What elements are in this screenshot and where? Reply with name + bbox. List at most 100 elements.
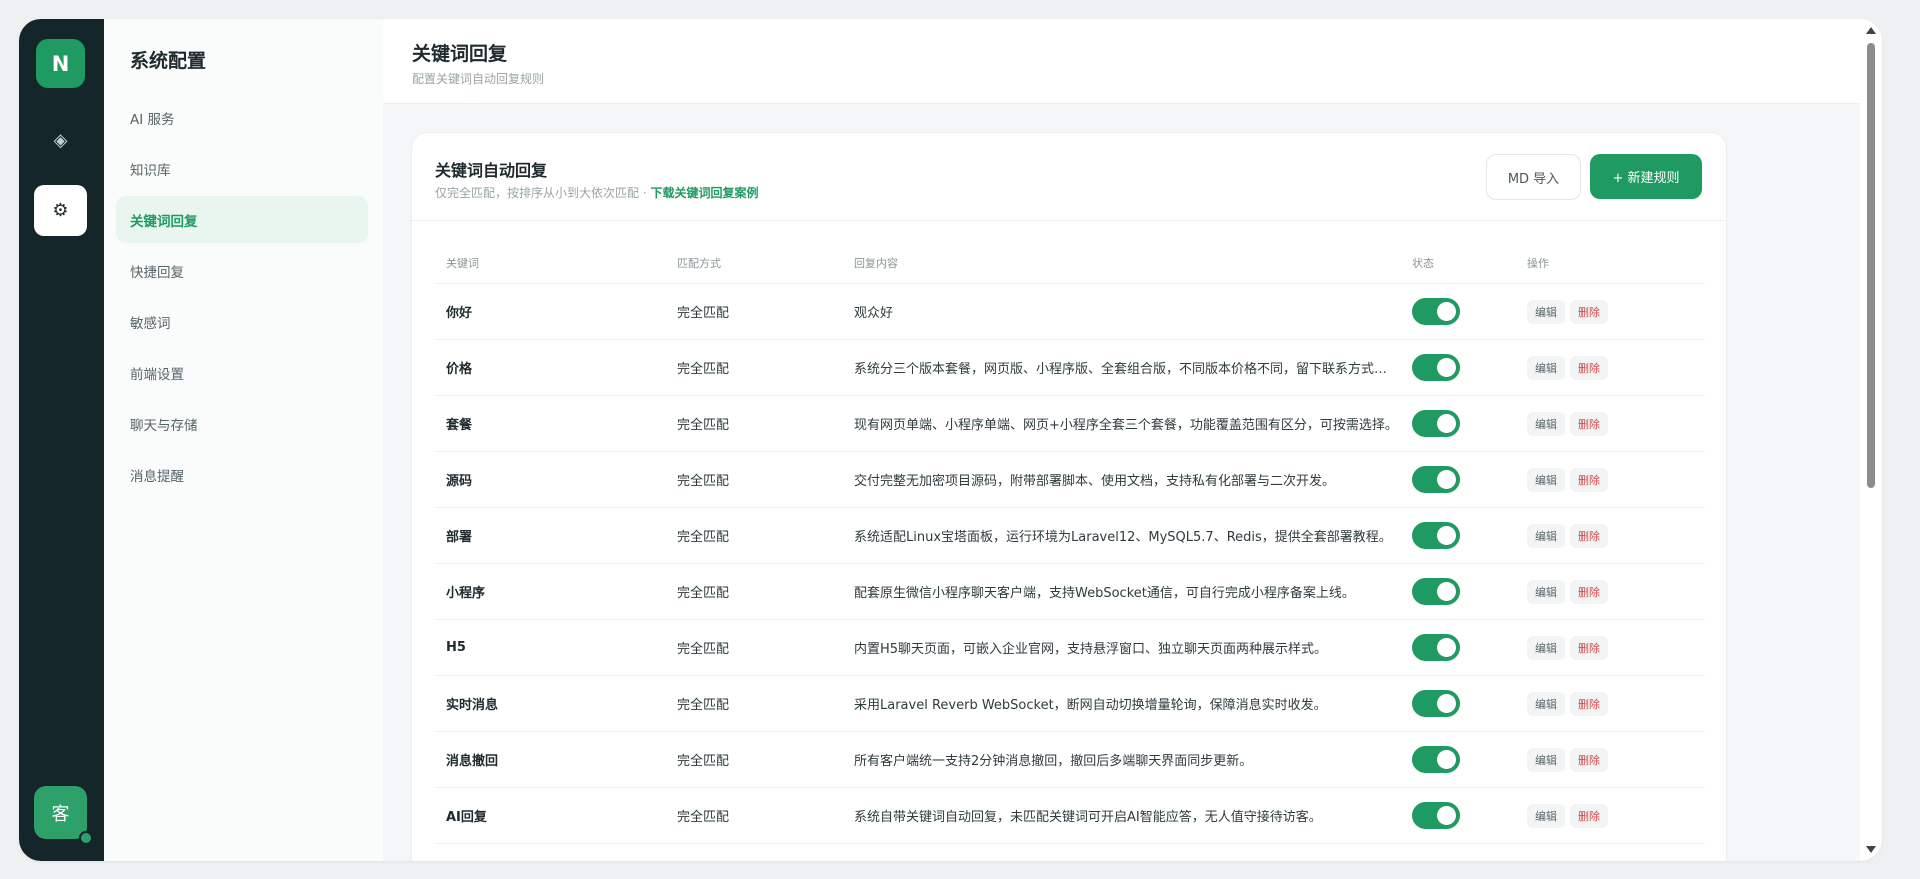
edit-button[interactable]: 编辑 [1527, 467, 1565, 492]
settings-nav-item[interactable]: 快捷回复 [116, 247, 368, 294]
scroll-down-icon[interactable] [1866, 846, 1876, 853]
edit-button[interactable]: 编辑 [1527, 523, 1565, 548]
status-toggle[interactable] [1412, 634, 1460, 661]
toggle-knob [1437, 302, 1456, 321]
delete-button[interactable]: 删除 [1570, 747, 1608, 772]
cell-ops: 编辑 删除 [1527, 299, 1705, 324]
edit-button[interactable]: 编辑 [1527, 299, 1565, 324]
cell-ops: 编辑 删除 [1527, 635, 1705, 660]
page-subtitle: 配置关键词自动回复规则 [412, 72, 545, 86]
toggle-knob [1437, 414, 1456, 433]
cell-match: 完全匹配 [677, 586, 730, 601]
avatar[interactable]: 客 [34, 786, 93, 845]
table-row: 套餐 完全匹配 现有网页单端、小程序单端、网页+小程序全套三个套餐，功能覆盖范围有区… [435, 396, 1705, 452]
cell-status [1412, 746, 1527, 773]
cell-status [1412, 298, 1527, 325]
table-row: 价格 完全匹配 系统分三个版本套餐，网页版、小程序版、全套组合版，不同版本价格不同，… [435, 340, 1705, 396]
table-body: 你好 完全匹配 观众好 编辑 删除 价格 完全匹配 系统分三个版本套餐，网页版、小程序版、全套… [435, 284, 1705, 844]
delete-button[interactable]: 删除 [1570, 523, 1608, 548]
cell-reply: 系统分三个版本套餐，网页版、小程序版、全套组合版，不同版本价格不同，留下联系方式… [854, 362, 1412, 377]
settings-nav-item[interactable]: 知识库 [116, 145, 368, 192]
edit-button[interactable]: 编辑 [1527, 691, 1565, 716]
settings-nav-item[interactable]: 消息提醒 [116, 451, 368, 498]
settings-nav-item[interactable]: 关键词回复 [116, 196, 368, 243]
cell-ops: 编辑 删除 [1527, 467, 1705, 492]
cell-reply: 采用Laravel Reverb WebSocket，断网自动切换增量轮询，保障… [854, 698, 1327, 713]
settings-nav-item[interactable]: AI 服务 [116, 94, 368, 141]
status-toggle[interactable] [1412, 802, 1460, 829]
status-toggle[interactable] [1412, 466, 1460, 493]
cell-status [1412, 578, 1527, 605]
cell-keyword: 实时消息 [446, 698, 499, 713]
card-subtitle: 仅完全匹配，按排序从小到大依次匹配 · 下载关键词回复案例 [435, 184, 758, 201]
delete-button[interactable]: 删除 [1570, 803, 1608, 828]
scrollbar[interactable] [1860, 19, 1882, 861]
edit-button[interactable]: 编辑 [1527, 635, 1565, 660]
cell-ops: 编辑 删除 [1527, 523, 1705, 548]
cell-reply: 系统自带关键词自动回复，未匹配关键词可开启AI智能应答，无人值守接待访客。 [854, 810, 1322, 825]
cell-reply: 交付完整无加密项目源码，附带部署脚本、使用文档，支持私有化部署与二次开发。 [854, 474, 1336, 489]
cell-keyword: 套餐 [446, 418, 473, 433]
edit-button[interactable]: 编辑 [1527, 355, 1565, 380]
md-import-button[interactable]: MD 导入 [1486, 154, 1581, 200]
delete-button[interactable]: 删除 [1570, 579, 1608, 604]
cell-match: 完全匹配 [677, 474, 730, 489]
status-toggle[interactable] [1412, 690, 1460, 717]
toggle-knob [1437, 470, 1456, 489]
download-sample-link[interactable]: 下载关键词回复案例 [650, 186, 758, 200]
cell-keyword: 小程序 [446, 586, 486, 601]
edit-button[interactable]: 编辑 [1527, 747, 1565, 772]
col-header-ops: 操作 [1527, 257, 1549, 270]
cell-reply: 配套原生微信小程序聊天客户端，支持WebSocket通信，可自行完成小程序备案上… [854, 586, 1355, 601]
cell-reply: 现有网页单端、小程序单端、网页+小程序全套三个套餐，功能覆盖范围有区分，可按需选… [854, 418, 1398, 433]
diamond-icon: ◈ [53, 130, 68, 151]
delete-button[interactable]: 删除 [1570, 691, 1608, 716]
delete-button[interactable]: 删除 [1570, 299, 1608, 324]
cell-match: 完全匹配 [677, 698, 730, 713]
edit-button[interactable]: 编辑 [1527, 803, 1565, 828]
cell-match: 完全匹配 [677, 418, 730, 433]
cell-reply: 系统适配Linux宝塔面板，运行环境为Laravel12、MySQL5.7、Re… [854, 530, 1392, 545]
cell-ops: 编辑 删除 [1527, 747, 1705, 772]
edit-button[interactable]: 编辑 [1527, 579, 1565, 604]
table-row: 部署 完全匹配 系统适配Linux宝塔面板，运行环境为Laravel12、MySQL… [435, 508, 1705, 564]
cell-match: 完全匹配 [677, 530, 730, 545]
rail-item-dashboard[interactable]: ◈ [34, 115, 87, 166]
rail-item-settings[interactable]: ⚙ [34, 185, 87, 236]
settings-nav: 系统配置 AI 服务 知识库 关键词回复 快捷回复 敏感词 前端设置 聊天与存储 消息提醒 [104, 19, 384, 861]
cell-keyword: AI回复 [446, 810, 487, 825]
online-status-dot [79, 831, 93, 845]
rules-table: 关键词 匹配方式 回复内容 状态 操作 你好 完全匹配 观众好 编辑 删除 价格 完全匹配系… [435, 243, 1705, 844]
toggle-knob [1437, 694, 1456, 713]
col-header-keyword: 关键词 [446, 257, 479, 270]
settings-nav-item[interactable]: 聊天与存储 [116, 400, 368, 447]
status-toggle[interactable] [1412, 354, 1460, 381]
card-title: 关键词自动回复 [435, 161, 548, 180]
table-header: 关键词 匹配方式 回复内容 状态 操作 [435, 243, 1705, 284]
settings-nav-item[interactable]: 敏感词 [116, 298, 368, 345]
cell-match: 完全匹配 [677, 642, 730, 657]
status-toggle[interactable] [1412, 746, 1460, 773]
delete-button[interactable]: 删除 [1570, 635, 1608, 660]
delete-button[interactable]: 删除 [1570, 411, 1608, 436]
cell-status [1412, 410, 1527, 437]
status-toggle[interactable] [1412, 298, 1460, 325]
scrollbar-thumb[interactable] [1867, 43, 1875, 488]
edit-button[interactable]: 编辑 [1527, 411, 1565, 436]
settings-nav-item[interactable]: 前端设置 [116, 349, 368, 396]
main-content: 关键词回复 配置关键词自动回复规则 关键词自动回复 仅完全匹配，按排序从小到大依… [383, 19, 1882, 861]
settings-nav-title: 系统配置 [130, 50, 207, 72]
col-header-status: 状态 [1412, 257, 1434, 270]
cell-keyword: H5 [446, 640, 466, 655]
app-logo[interactable]: N [36, 39, 85, 88]
cell-ops: 编辑 删除 [1527, 691, 1705, 716]
cell-status [1412, 634, 1527, 661]
avatar-text: 客 [51, 803, 70, 825]
delete-button[interactable]: 删除 [1570, 467, 1608, 492]
status-toggle[interactable] [1412, 410, 1460, 437]
delete-button[interactable]: 删除 [1570, 355, 1608, 380]
new-rule-button[interactable]: + 新建规则 [1590, 154, 1702, 199]
status-toggle[interactable] [1412, 522, 1460, 549]
scroll-up-icon[interactable] [1866, 27, 1876, 34]
status-toggle[interactable] [1412, 578, 1460, 605]
